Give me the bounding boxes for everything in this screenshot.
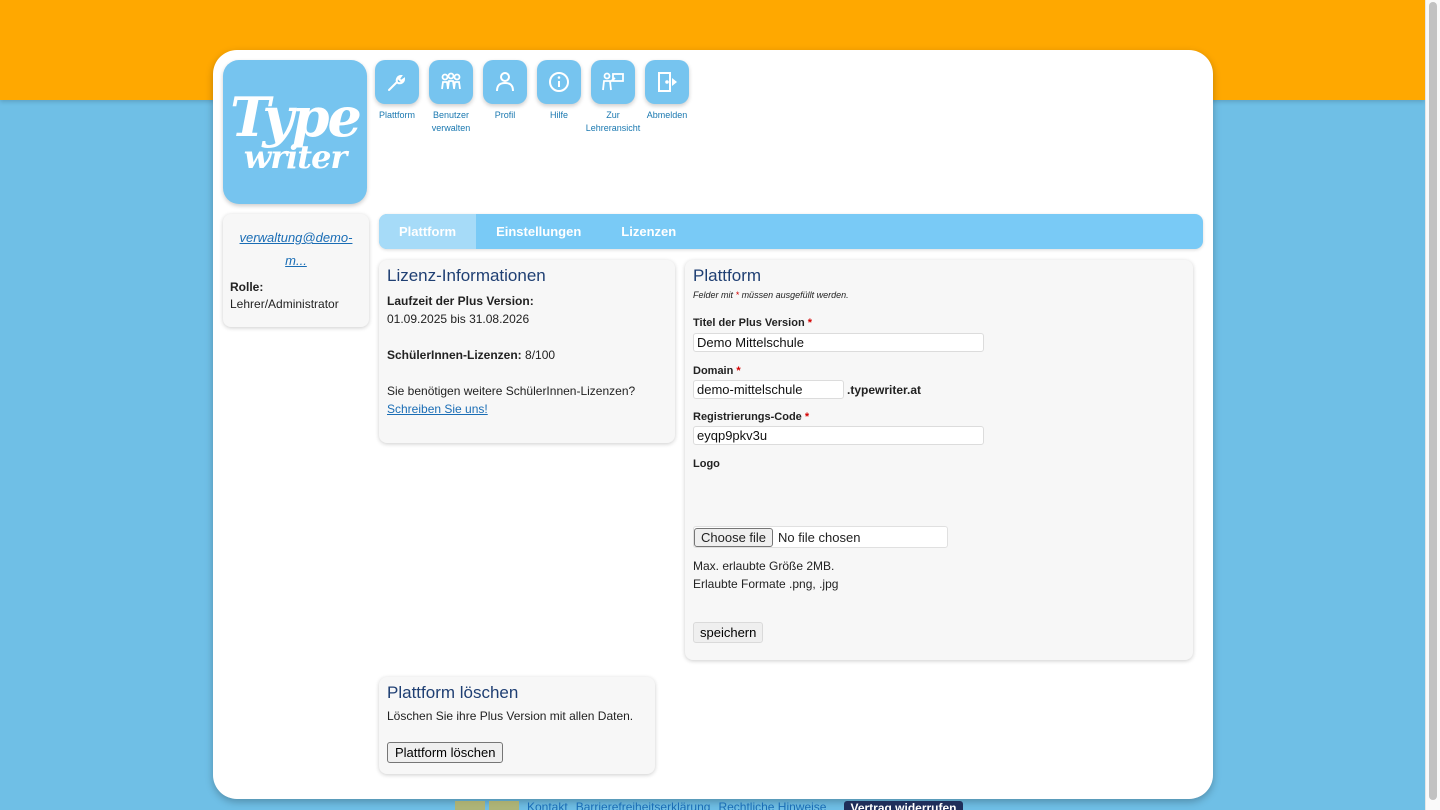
- page-scrollbar[interactable]: [1425, 0, 1440, 810]
- logout-icon[interactable]: [645, 60, 689, 104]
- logo-field-label: Logo: [693, 458, 720, 470]
- platform-panel: Plattform Felder mit * müssen ausgefüllt…: [685, 260, 1193, 660]
- logo-text-line1: Type: [230, 85, 362, 149]
- platform-title: Plattform: [693, 266, 762, 285]
- tab-plattform[interactable]: Plattform: [379, 214, 477, 249]
- title-input[interactable]: Demo Mittelschule: [693, 333, 984, 352]
- nav-benutzer-verwalten[interactable]: Benutzer verwalten: [429, 60, 473, 135]
- delete-panel: Plattform löschen Löschen Sie ihre Plus …: [379, 677, 655, 774]
- users-icon[interactable]: [429, 60, 473, 104]
- main-card: Type writer Plattform Benutzer verwalten…: [213, 50, 1213, 799]
- nav-lehreransicht[interactable]: Zur Lehreransicht: [586, 60, 640, 135]
- domain-suffix: .typewriter.at: [847, 382, 922, 397]
- person-icon[interactable]: [483, 60, 527, 104]
- main-nav: Plattform Benutzer verwalten Profil Hilf…: [375, 60, 689, 135]
- contact-link[interactable]: Schreiben Sie uns!: [387, 402, 488, 416]
- nav-label: Abmelden: [646, 110, 688, 120]
- students-label: SchülerInnen-Lizenzen:: [387, 348, 522, 362]
- license-panel: Lizenz-Informationen Laufzeit der Plus V…: [379, 260, 675, 443]
- formats-text: Erlaubte Formate .png, .jpg: [693, 577, 839, 591]
- domain-input[interactable]: demo-mittelschule: [693, 380, 844, 399]
- user-email-link[interactable]: verwaltung@demo-m...: [230, 226, 362, 272]
- domain-field-label: Domain *: [693, 365, 741, 377]
- required-note: Felder mit * müssen ausgefüllt werden.: [693, 290, 849, 300]
- logo-file-input[interactable]: Choose file No file chosen: [693, 526, 948, 548]
- title-field-label: Titel der Plus Version *: [693, 317, 813, 329]
- teacher-icon[interactable]: [591, 60, 635, 104]
- nav-abmelden[interactable]: Abmelden: [645, 60, 689, 135]
- runtime-value: 01.09.2025 bis 31.08.2026: [387, 312, 530, 326]
- code-input[interactable]: eyqp9pkv3u: [693, 426, 984, 445]
- role-value: Lehrer/Administrator: [230, 297, 339, 311]
- role-label: Rolle:: [230, 280, 264, 294]
- save-button[interactable]: speichern: [693, 622, 764, 643]
- user-info-box: verwaltung@demo-m... Rolle: Lehrer/Admin…: [223, 214, 369, 327]
- nav-hilfe[interactable]: Hilfe: [537, 60, 581, 135]
- logo-text-line2: writer: [243, 138, 348, 176]
- runtime-label: Laufzeit der Plus Version:: [387, 294, 534, 308]
- students-value: 8/100: [525, 348, 556, 362]
- nav-plattform[interactable]: Plattform: [375, 60, 419, 135]
- partner-logos: [455, 801, 519, 810]
- typewriter-logo[interactable]: Type writer: [223, 60, 367, 204]
- revoke-contract-button[interactable]: Vertrag widerrufen: [844, 801, 963, 810]
- license-title: Lizenz-Informationen: [387, 266, 546, 285]
- footer: Kontakt Barrierefreiheitserklärung Recht…: [455, 801, 963, 810]
- delete-title: Plattform löschen: [387, 683, 519, 702]
- delete-platform-button[interactable]: Plattform löschen: [387, 742, 504, 763]
- code-field-label: Registrierungs-Code *: [693, 411, 810, 423]
- nav-profil[interactable]: Profil: [483, 60, 527, 135]
- wrench-icon[interactable]: [375, 60, 419, 104]
- footer-link-barrierefreiheit[interactable]: Barrierefreiheitserklärung: [576, 801, 711, 810]
- footer-link-kontakt[interactable]: Kontakt: [527, 801, 568, 810]
- tab-lizenzen[interactable]: Lizenzen: [601, 214, 696, 249]
- more-licenses-text: Sie benötigen weitere SchülerInnen-Lizen…: [387, 384, 636, 398]
- delete-text: Löschen Sie ihre Plus Version mit allen …: [387, 709, 634, 723]
- scrollbar-thumb[interactable]: [1429, 2, 1437, 800]
- tab-bar: Plattform Einstellungen Lizenzen: [379, 214, 1203, 249]
- tab-einstellungen[interactable]: Einstellungen: [476, 214, 601, 249]
- max-size-text: Max. erlaubte Größe 2MB.: [693, 559, 835, 573]
- file-status: No file chosen: [778, 529, 861, 545]
- info-icon[interactable]: [537, 60, 581, 104]
- choose-file-button[interactable]: Choose file: [694, 527, 774, 547]
- footer-link-rechtliches[interactable]: Rechtliche Hinweise: [718, 801, 826, 810]
